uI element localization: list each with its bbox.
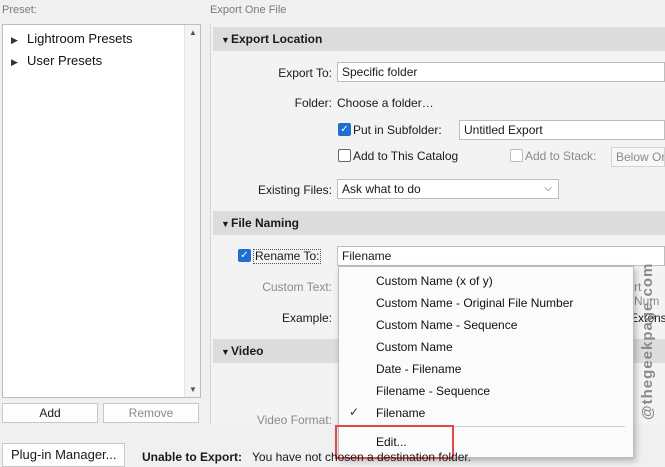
section-title: Export Location [231,32,323,46]
custom-text-label: Custom Text: [262,280,332,294]
existing-files-select[interactable]: Ask what to do ⌵ [337,179,559,199]
collapse-triangle-icon: ▼ [221,35,230,45]
add-to-catalog-checkbox[interactable] [338,149,351,162]
folder-label: Folder: [294,96,332,110]
export-to-label: Export To: [278,66,332,80]
tree-item-lightroom-presets[interactable]: ▶ Lightroom Presets [11,31,133,46]
checkmark-icon: ✓ [349,405,360,419]
menu-item-custom-name-sequence[interactable]: Custom Name - Sequence [376,318,517,332]
scroll-up-icon[interactable]: ▲ [189,28,197,37]
video-format-label: Video Format: [256,413,332,427]
section-file-naming[interactable]: ▼File Naming [213,211,665,235]
plugin-manager-button[interactable]: Plug-in Manager... [2,443,125,467]
put-in-subfolder-label: Put in Subfolder: [353,123,442,137]
remove-preset-button[interactable]: Remove [103,403,199,423]
stack-position-select[interactable]: Below Orig [611,147,665,167]
menu-item-custom-name[interactable]: Custom Name [376,340,453,354]
preset-label: Preset: [2,4,37,16]
preset-tree: ▶ Lightroom Presets ▶ User Presets ▲ ▼ [2,24,201,398]
put-in-subfolder-checkbox[interactable]: ✓ [338,123,351,136]
existing-files-value: Ask what to do [342,182,421,196]
menu-item-filename[interactable]: Filename [376,406,425,420]
unable-to-export-message: You have not chosen a destination folder… [252,450,472,464]
section-title: Video [231,344,264,358]
unable-to-export-label: Unable to Export: [142,450,243,464]
add-preset-button[interactable]: Add [2,403,98,423]
expand-triangle-icon[interactable]: ▶ [11,57,27,68]
add-to-stack-label: Add to Stack: [525,149,597,163]
tree-item-label: User Presets [27,53,103,68]
section-title: File Naming [231,216,300,230]
rename-to-select[interactable]: Filename [337,246,665,266]
existing-files-label: Existing Files: [257,183,332,197]
chevron-down-icon: ⌵ [544,183,552,194]
scroll-down-icon[interactable]: ▼ [189,385,197,394]
export-to-select[interactable]: Specific folder [337,62,665,82]
add-to-stack-checkbox[interactable] [510,149,523,162]
rename-to-value: Filename [342,249,392,263]
subfolder-name-input[interactable]: Untitled Export [459,120,665,140]
panel-title: Export One File [210,4,287,16]
rename-to-checkbox[interactable]: ✓ [238,249,251,262]
section-export-location[interactable]: ▼Export Location [213,27,665,51]
choose-folder-link[interactable]: Choose a folder… [337,96,434,110]
menu-item-filename-sequence[interactable]: Filename - Sequence [376,384,490,398]
menu-item-custom-name-x-of-y[interactable]: Custom Name (x of y) [376,274,493,288]
collapse-triangle-icon: ▼ [221,219,230,229]
rename-to-label: Rename To: [253,249,322,264]
tree-item-user-presets[interactable]: ▶ User Presets [11,53,102,68]
menu-item-date-filename[interactable]: Date - Filename [376,362,461,376]
preset-scrollbar[interactable]: ▲ ▼ [184,25,200,397]
example-label: Example: [281,311,332,325]
collapse-triangle-icon: ▼ [221,347,230,357]
add-to-catalog-label: Add to This Catalog [353,149,459,163]
watermark-text: @thegeekpage.com [639,262,656,420]
menu-item-custom-name-original-file-number[interactable]: Custom Name - Original File Number [376,296,573,310]
expand-triangle-icon[interactable]: ▶ [11,35,27,46]
tree-item-label: Lightroom Presets [27,31,133,46]
export-to-value: Specific folder [342,65,418,79]
